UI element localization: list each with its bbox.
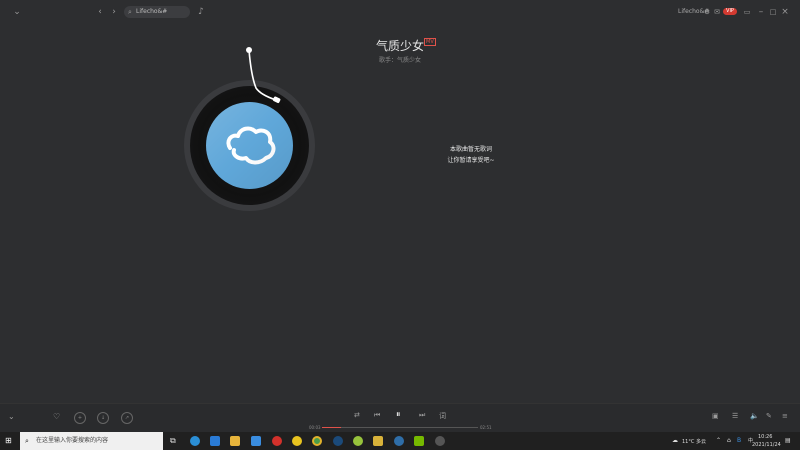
bluetooth-icon[interactable]: B — [737, 437, 741, 444]
weather-cloud-icon[interactable]: ☁ — [672, 437, 678, 444]
settings-app-icon[interactable] — [435, 436, 445, 446]
volume-icon[interactable]: 🔈 — [750, 412, 759, 420]
settings-icon[interactable]: ⚙ — [702, 0, 712, 24]
loop-mode-icon[interactable]: ⇄ — [354, 411, 360, 419]
search-icon: ⌕ — [25, 437, 29, 445]
mv-tag[interactable]: MV — [424, 38, 436, 46]
tray-expand-icon[interactable]: ⌃ — [716, 437, 721, 444]
taskbar-search-placeholder: 在这里输入你要搜索的内容 — [36, 437, 109, 444]
forward-arrow-icon[interactable]: › — [108, 0, 120, 24]
menu-icon[interactable]: ≡ — [782, 412, 788, 420]
disc-cover — [206, 102, 293, 189]
mail-app-icon[interactable] — [210, 436, 220, 446]
store-icon[interactable] — [251, 436, 261, 446]
current-time: 00:03 — [309, 425, 321, 430]
edge-icon[interactable] — [190, 436, 200, 446]
previous-track-icon[interactable]: ⏮ — [374, 411, 380, 420]
close-icon[interactable]: × — [780, 0, 790, 24]
total-time: 02:51 — [480, 425, 492, 430]
lyric-line-1: 本歌曲暂无歌词 — [449, 146, 492, 153]
taskbar-search-input[interactable]: ⌕ 在这里输入你要搜索的内容 — [20, 432, 163, 450]
chrome-icon[interactable] — [312, 436, 322, 446]
song-artist[interactable]: 歌手：气质少女 — [379, 55, 421, 64]
windows-taskbar: ⊞ ⌕ 在这里输入你要搜索的内容 ⧉ ☁ 11°C 多云 ⌃ ⌂ B 中 10:… — [0, 432, 800, 450]
next-track-icon[interactable]: ⏭ — [419, 411, 425, 420]
lyric-line-2: 让你暂请享受吧~ — [447, 157, 495, 164]
search-icon: ⌕ — [128, 8, 132, 16]
mail-icon[interactable]: ✉ — [712, 0, 722, 24]
minimize-icon[interactable]: – — [756, 0, 766, 24]
dev-tool-icon[interactable] — [394, 436, 404, 446]
mini-mode-icon[interactable]: ▭ — [742, 0, 752, 24]
song-title: 气质少女 — [376, 39, 425, 53]
pause-icon[interactable]: ⏸ — [396, 410, 401, 420]
netease-music-icon[interactable] — [272, 436, 282, 446]
task-view-icon[interactable]: ⧉ — [170, 436, 176, 446]
clock-date[interactable]: 2021/11/24 — [752, 442, 781, 448]
playlist-queue-icon[interactable]: ☰ — [732, 412, 738, 420]
collapse-down-icon[interactable]: ⌄ — [8, 412, 15, 421]
tonearm-icon — [246, 47, 281, 104]
progress-fill — [322, 427, 341, 428]
back-arrow-icon[interactable]: ‹ — [94, 0, 106, 24]
network-icon[interactable]: ⌂ — [727, 437, 731, 444]
sound-effect-icon[interactable]: ▣ — [712, 412, 719, 420]
search-input[interactable]: ⌕ Lifecho&# — [124, 6, 190, 18]
add-to-playlist-icon[interactable]: + — [74, 412, 86, 424]
top-bar: ⌄ ‹ › ⌕ Lifecho&# ♪ Lifecho&# ⚙ ✉ VIP ▭ … — [0, 0, 800, 24]
download-icon[interactable]: ↓ — [97, 412, 109, 424]
desktop-lyrics-icon[interactable]: ✎ — [766, 412, 772, 420]
vip-badge[interactable]: VIP — [723, 8, 737, 15]
search-input-value: Lifecho&# — [136, 8, 168, 15]
start-windows-icon[interactable]: ⊞ — [5, 436, 12, 445]
steam-icon[interactable] — [333, 436, 343, 446]
app-icon-yellow[interactable] — [292, 436, 302, 446]
maximize-icon[interactable]: □ — [768, 0, 778, 24]
microphone-icon[interactable]: ♪ — [196, 0, 206, 24]
file-explorer-icon[interactable] — [230, 436, 240, 446]
nvidia-icon[interactable] — [414, 436, 424, 446]
like-heart-icon[interactable]: ♡ — [53, 412, 60, 421]
share-icon[interactable]: ↗ — [121, 412, 133, 424]
collapse-chevron-icon[interactable]: ⌄ — [10, 0, 24, 24]
notification-icon[interactable]: ▤ — [785, 437, 791, 444]
game-app-icon[interactable] — [373, 436, 383, 446]
progress-slider[interactable] — [322, 427, 478, 428]
android-app-icon[interactable] — [353, 436, 363, 446]
music-player-window: ⌄ ‹ › ⌕ Lifecho&# ♪ Lifecho&# ⚙ ✉ VIP ▭ … — [0, 0, 800, 432]
clock-time[interactable]: 10:26 — [758, 434, 772, 440]
weather-text[interactable]: 11°C 多云 — [682, 438, 706, 445]
lyrics-icon[interactable]: 词 — [439, 411, 446, 421]
